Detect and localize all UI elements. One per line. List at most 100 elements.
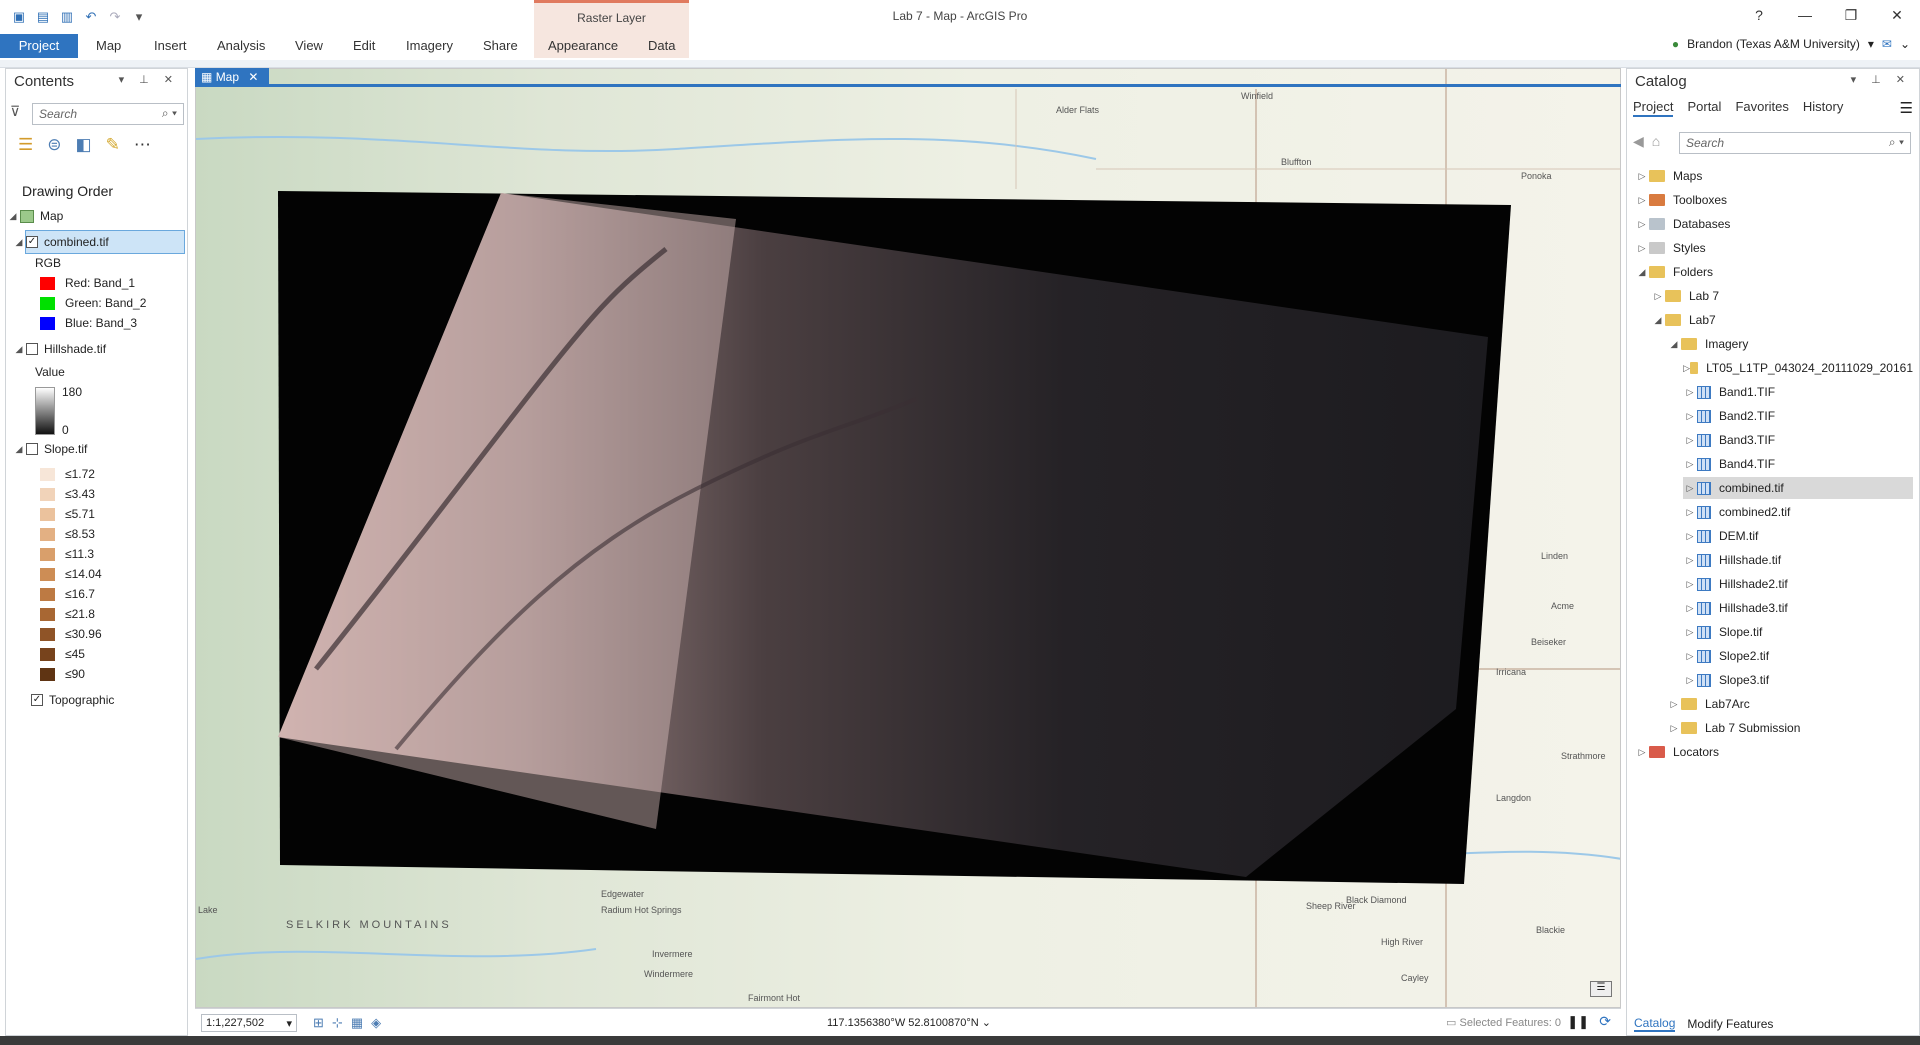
pause-icon[interactable]: ❚❚ xyxy=(1567,1014,1589,1030)
layer-visibility-checkbox[interactable]: ✓ xyxy=(26,236,38,248)
layer-slope[interactable]: ◢ Slope.tif xyxy=(12,439,88,459)
collapse-icon[interactable]: ◢ xyxy=(6,211,20,222)
catalog-item[interactable]: ▷ Band4.TIF xyxy=(1683,453,1913,475)
tab-catalog-portal[interactable]: Portal xyxy=(1687,99,1721,117)
catalog-item[interactable]: ▷ Styles xyxy=(1635,237,1913,259)
undo-icon[interactable]: ↶ xyxy=(82,8,100,26)
collapse-icon[interactable]: ◢ xyxy=(1667,339,1681,350)
catalog-item[interactable]: ▷ combined.tif xyxy=(1683,477,1913,499)
fixed-zoom-icon[interactable]: ⊞ xyxy=(313,1015,324,1031)
tab-catalog-project[interactable]: Project xyxy=(1633,99,1674,117)
layer-visibility-checkbox[interactable]: ✓ xyxy=(31,694,43,706)
catalog-item[interactable]: ▷ LT05_L1TP_043024_20111029_20161 xyxy=(1683,357,1913,379)
tab-catalog-bottom[interactable]: Catalog xyxy=(1634,1016,1676,1032)
tab-imagery[interactable]: Imagery xyxy=(396,34,463,58)
editing-icon[interactable]: ✎ xyxy=(106,135,120,155)
snapping-icon[interactable]: ⊹ xyxy=(332,1015,343,1031)
catalog-item[interactable]: ▷ Toolboxes xyxy=(1635,189,1913,211)
expand-icon[interactable]: ▷ xyxy=(1635,747,1649,758)
catalog-item[interactable]: ▷ Hillshade.tif xyxy=(1683,549,1913,571)
catalog-item[interactable]: ▷ Hillshade2.tif xyxy=(1683,573,1913,595)
catalog-search-input[interactable]: Search ⌕ ▾ xyxy=(1679,132,1911,154)
new-project-icon[interactable]: ▣ xyxy=(10,8,28,26)
scale-selector[interactable]: 1:1,227,502 ▾ xyxy=(201,1014,297,1032)
catalog-item[interactable]: ◢ Lab7 xyxy=(1651,309,1913,331)
expand-icon[interactable]: ▷ xyxy=(1683,363,1690,374)
filter-icon[interactable]: ⊽ xyxy=(10,103,20,120)
expand-icon[interactable]: ▷ xyxy=(1667,723,1681,734)
search-icon[interactable]: ⌕ ▾ xyxy=(162,106,177,121)
catalog-item[interactable]: ▷ Maps xyxy=(1635,165,1913,187)
catalog-item[interactable]: ▷ Slope.tif xyxy=(1683,621,1913,643)
expand-icon[interactable]: ▷ xyxy=(1683,579,1697,590)
tab-catalog-favorites[interactable]: Favorites xyxy=(1735,99,1788,117)
catalog-item[interactable]: ▷ Band3.TIF xyxy=(1683,429,1913,451)
tab-data[interactable]: Data xyxy=(638,34,685,58)
basemap[interactable] xyxy=(196,69,1621,1008)
catalog-item[interactable]: ◢ Imagery xyxy=(1667,333,1913,355)
selected-features[interactable]: ▭ Selected Features: 0 xyxy=(1446,1016,1561,1029)
layer-topographic[interactable]: ✓ Topographic xyxy=(31,690,114,710)
data-source-icon[interactable]: ⊜ xyxy=(47,135,61,155)
expand-icon[interactable]: ▷ xyxy=(1651,291,1665,302)
more-icon[interactable]: ⋯ xyxy=(134,135,151,155)
layer-visibility-checkbox[interactable] xyxy=(26,343,38,355)
back-icon[interactable]: ◀ xyxy=(1633,133,1644,150)
collapse-icon[interactable]: ◢ xyxy=(12,237,26,248)
expand-icon[interactable]: ▷ xyxy=(1683,651,1697,662)
expand-icon[interactable]: ▷ xyxy=(1635,195,1649,206)
restore-icon[interactable]: ❐ xyxy=(1828,0,1874,32)
layer-visibility-checkbox[interactable] xyxy=(26,443,38,455)
layer-hillshade[interactable]: ◢ Hillshade.tif xyxy=(12,339,107,359)
catalog-item[interactable]: ▷ Locators xyxy=(1635,741,1913,763)
map-node[interactable]: ◢ Map xyxy=(6,206,64,226)
catalog-item[interactable]: ▷ Hillshade3.tif xyxy=(1683,597,1913,619)
catalog-item[interactable]: ◢ Folders xyxy=(1635,261,1913,283)
tab-view[interactable]: View xyxy=(285,34,333,58)
map-view[interactable]: Alder Flats Winfield Bluffton Ponoka Linden A… xyxy=(195,68,1621,1008)
collapse-icon[interactable]: ◢ xyxy=(1651,315,1665,326)
rotation-icon[interactable]: ◈ xyxy=(371,1015,381,1031)
expand-icon[interactable]: ▷ xyxy=(1635,243,1649,254)
expand-icon[interactable]: ▷ xyxy=(1683,627,1697,638)
redo-icon[interactable]: ↷ xyxy=(106,8,124,26)
catalog-item[interactable]: ▷ Slope2.tif xyxy=(1683,645,1913,667)
close-icon[interactable]: ✕ xyxy=(248,70,258,84)
tab-map-view[interactable]: ▦ Map ✕ xyxy=(195,68,269,86)
expand-icon[interactable]: ▷ xyxy=(1683,675,1697,686)
menu-icon[interactable]: ☰ xyxy=(1900,99,1913,117)
expand-icon[interactable]: ▷ xyxy=(1683,555,1697,566)
catalog-item[interactable]: ▷ Lab 7 Submission xyxy=(1667,717,1913,739)
catalog-item[interactable]: ▷ Lab7Arc xyxy=(1667,693,1913,715)
expand-icon[interactable]: ▷ xyxy=(1683,387,1697,398)
layer-combined[interactable]: ◢ ✓ combined.tif xyxy=(16,230,185,254)
selection-icon[interactable]: ◧ xyxy=(76,135,92,155)
coordinates-readout[interactable]: 117.1356380°W 52.8100870°N ⌄ xyxy=(827,1016,991,1029)
expand-icon[interactable]: ▷ xyxy=(1667,699,1681,710)
home-icon[interactable]: ⌂ xyxy=(1652,133,1660,150)
tab-map[interactable]: Map xyxy=(86,34,131,58)
collapse-icon[interactable]: ◢ xyxy=(12,444,26,455)
expand-icon[interactable]: ▷ xyxy=(1683,483,1697,494)
tab-modify-features[interactable]: Modify Features xyxy=(1687,1017,1773,1031)
help-icon[interactable]: ? xyxy=(1736,0,1782,32)
notification-icon[interactable]: ✉ xyxy=(1882,37,1892,51)
catalog-item[interactable]: ▷ Band2.TIF xyxy=(1683,405,1913,427)
catalog-item[interactable]: ▷ combined2.tif xyxy=(1683,501,1913,523)
expand-icon[interactable]: ▷ xyxy=(1683,507,1697,518)
catalog-item[interactable]: ▷ Slope3.tif xyxy=(1683,669,1913,691)
minimize-icon[interactable]: — xyxy=(1782,0,1828,32)
tab-catalog-history[interactable]: History xyxy=(1803,99,1843,117)
tab-appearance[interactable]: Appearance xyxy=(538,34,628,58)
overview-icon[interactable]: ☰ xyxy=(1590,981,1612,997)
search-icon[interactable]: ⌕ ▾ xyxy=(1889,135,1904,150)
refresh-icon[interactable]: ⟳ xyxy=(1599,1013,1611,1030)
expand-icon[interactable]: ▷ xyxy=(1635,219,1649,230)
tab-insert[interactable]: Insert xyxy=(144,34,197,58)
expand-icon[interactable]: ▷ xyxy=(1683,435,1697,446)
drawing-order-icon[interactable]: ☰ xyxy=(18,135,33,155)
contents-search-input[interactable]: Search ⌕ ▾ xyxy=(32,103,184,125)
open-icon[interactable]: ▤ xyxy=(34,8,52,26)
customize-icon[interactable]: ▾ xyxy=(130,8,148,26)
expand-icon[interactable]: ▷ xyxy=(1683,603,1697,614)
